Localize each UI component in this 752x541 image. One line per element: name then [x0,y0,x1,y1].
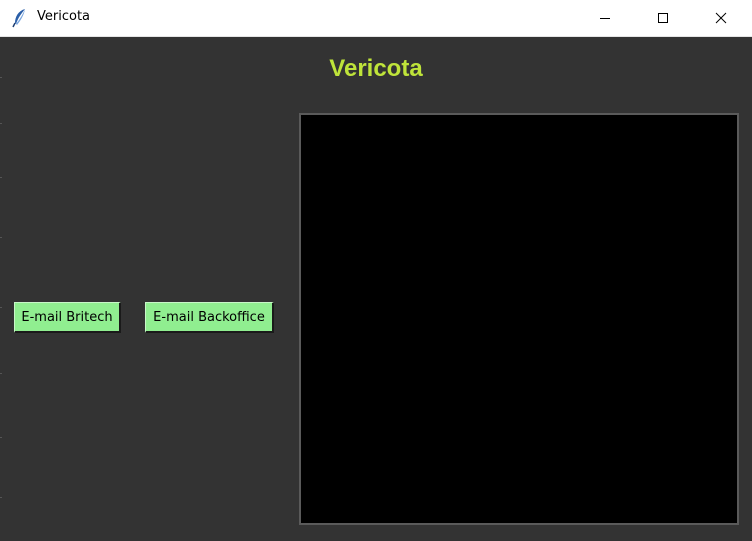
maximize-button[interactable] [640,0,686,36]
page-title: Vericota [329,55,423,82]
minimize-button[interactable] [582,0,628,36]
title-bar[interactable]: Vericota [0,0,752,37]
close-button[interactable] [698,0,744,36]
email-britech-button[interactable]: E-mail Britech [14,302,121,333]
output-panel[interactable] [299,113,739,525]
minimize-icon [599,9,611,28]
feather-icon [12,8,28,28]
main-content: Vericota E-mail Britech E-mail Backoffic… [0,37,752,541]
email-backoffice-button[interactable]: E-mail Backoffice [145,302,274,333]
app-window: Vericota Vericota E-mail Britech E-mail … [0,0,752,541]
maximize-icon [657,9,669,28]
close-icon [715,9,727,28]
window-edge-decoration [0,77,2,498]
window-title: Vericota [37,9,91,24]
